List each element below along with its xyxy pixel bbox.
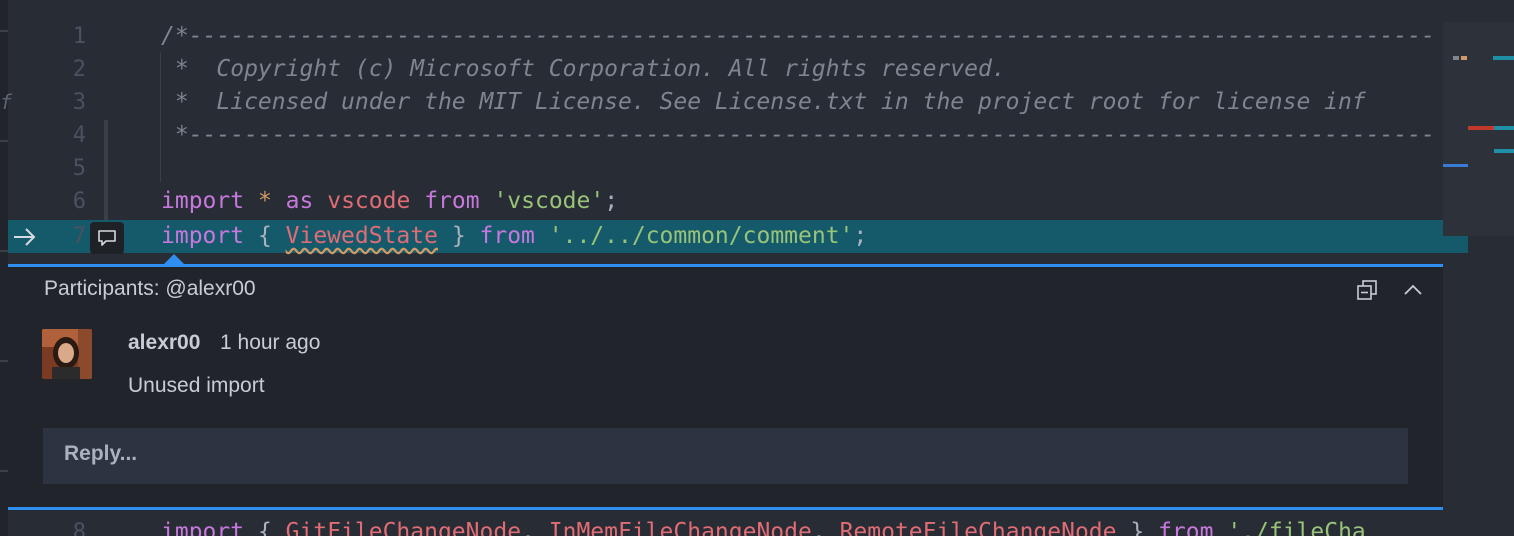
code-token: } bbox=[437, 223, 480, 249]
code-line[interactable]: 1 /*-------------------------------------… bbox=[0, 20, 1514, 53]
code-line[interactable]: 2 * Copyright (c) Microsoft Corporation.… bbox=[0, 53, 1514, 86]
code-token: ; bbox=[604, 188, 619, 214]
code-token: './fileCha bbox=[1227, 519, 1366, 536]
comment-timestamp: 1 hour ago bbox=[220, 331, 321, 354]
add-comment-button[interactable] bbox=[90, 222, 124, 254]
code-token: , bbox=[521, 519, 549, 536]
code-token: import bbox=[161, 188, 245, 214]
comment-thread-widget: Participants: @alexr00 alexr00 1 hour ag… bbox=[8, 264, 1443, 510]
code-token: * bbox=[257, 188, 272, 214]
code-token: from bbox=[1158, 519, 1214, 536]
code-text: * Licensed under the MIT License. See Li… bbox=[161, 86, 1366, 119]
code-editor[interactable]: f 1/*-----------------------------------… bbox=[0, 0, 1514, 536]
code-text: import { GitFileChangeNode, InMemFileCha… bbox=[161, 516, 1366, 536]
line-number: 2 bbox=[72, 57, 86, 82]
code-token: ViewedState bbox=[285, 223, 438, 249]
line-number: 7 bbox=[72, 224, 86, 249]
line-number: 4 bbox=[72, 123, 86, 148]
arrow-right-icon bbox=[14, 228, 36, 246]
line-number: 5 bbox=[72, 156, 86, 181]
code-token: } bbox=[1116, 519, 1159, 536]
code-line[interactable]: 3 * Licensed under the MIT License. See … bbox=[0, 86, 1514, 119]
code-text: import { ViewedState } from '../../commo… bbox=[161, 220, 867, 253]
code-token: import bbox=[161, 223, 245, 249]
collapse-all-icon bbox=[1357, 280, 1377, 300]
minimap-overview[interactable] bbox=[1443, 22, 1514, 236]
line-number: 6 bbox=[72, 189, 86, 214]
code-text: *---------------------------------------… bbox=[161, 119, 1435, 152]
comment-icon bbox=[98, 230, 116, 246]
code-token: /*--------------------------------------… bbox=[161, 23, 1435, 49]
code-token: * Licensed under the MIT License. See Li… bbox=[161, 89, 1366, 115]
avatar bbox=[42, 329, 92, 379]
code-text: /*--------------------------------------… bbox=[161, 20, 1435, 53]
code-text: * Copyright (c) Microsoft Corporation. A… bbox=[161, 53, 1006, 86]
code-token: from bbox=[479, 223, 535, 249]
code-text: import * as vscode from 'vscode'; bbox=[161, 185, 618, 218]
line-number: 3 bbox=[72, 90, 86, 115]
comment-author[interactable]: alexr00 bbox=[128, 331, 200, 355]
code-token: RemoteFileChangeNode bbox=[839, 519, 1117, 536]
code-token: InMemFileChangeNode bbox=[548, 519, 812, 536]
code-line[interactable]: 6 import * as vscode from 'vscode'; bbox=[0, 185, 1514, 218]
code-token: * Copyright (c) Microsoft Corporation. A… bbox=[161, 56, 1006, 82]
code-token: import bbox=[161, 519, 245, 536]
code-token: 'vscode' bbox=[493, 188, 605, 214]
collapse-thread-button[interactable] bbox=[1399, 276, 1427, 304]
indent-guide bbox=[160, 52, 161, 182]
chevron-up-icon bbox=[1404, 284, 1422, 295]
code-line[interactable]: 7 import { ViewedState } from '../../comm… bbox=[8, 220, 1468, 253]
participants-label: Participants: @alexr00 bbox=[44, 277, 256, 300]
code-token: GitFileChangeNode bbox=[285, 519, 522, 536]
code-token: *---------------------------------------… bbox=[161, 122, 1435, 148]
collapse-all-button[interactable] bbox=[1353, 276, 1381, 304]
reply-input[interactable]: Reply... bbox=[43, 428, 1408, 484]
code-token: from bbox=[424, 188, 480, 214]
code-line[interactable]: 5 bbox=[0, 152, 1514, 185]
code-line[interactable]: 4 *-------------------------------------… bbox=[0, 119, 1514, 152]
code-token: as bbox=[285, 188, 314, 214]
code-token: vscode bbox=[327, 188, 411, 214]
code-token: , bbox=[811, 519, 840, 536]
code-token: { bbox=[244, 223, 286, 249]
code-line[interactable]: 8 import { GitFileChangeNode, InMemFileCh… bbox=[0, 516, 1514, 536]
comment-body: Unused import bbox=[128, 374, 265, 397]
code-token: ; bbox=[853, 223, 868, 249]
line-number: 1 bbox=[72, 24, 86, 49]
line-number: 8 bbox=[72, 520, 86, 536]
code-token: { bbox=[244, 519, 286, 536]
code-token: '../../common/comment' bbox=[548, 223, 854, 249]
